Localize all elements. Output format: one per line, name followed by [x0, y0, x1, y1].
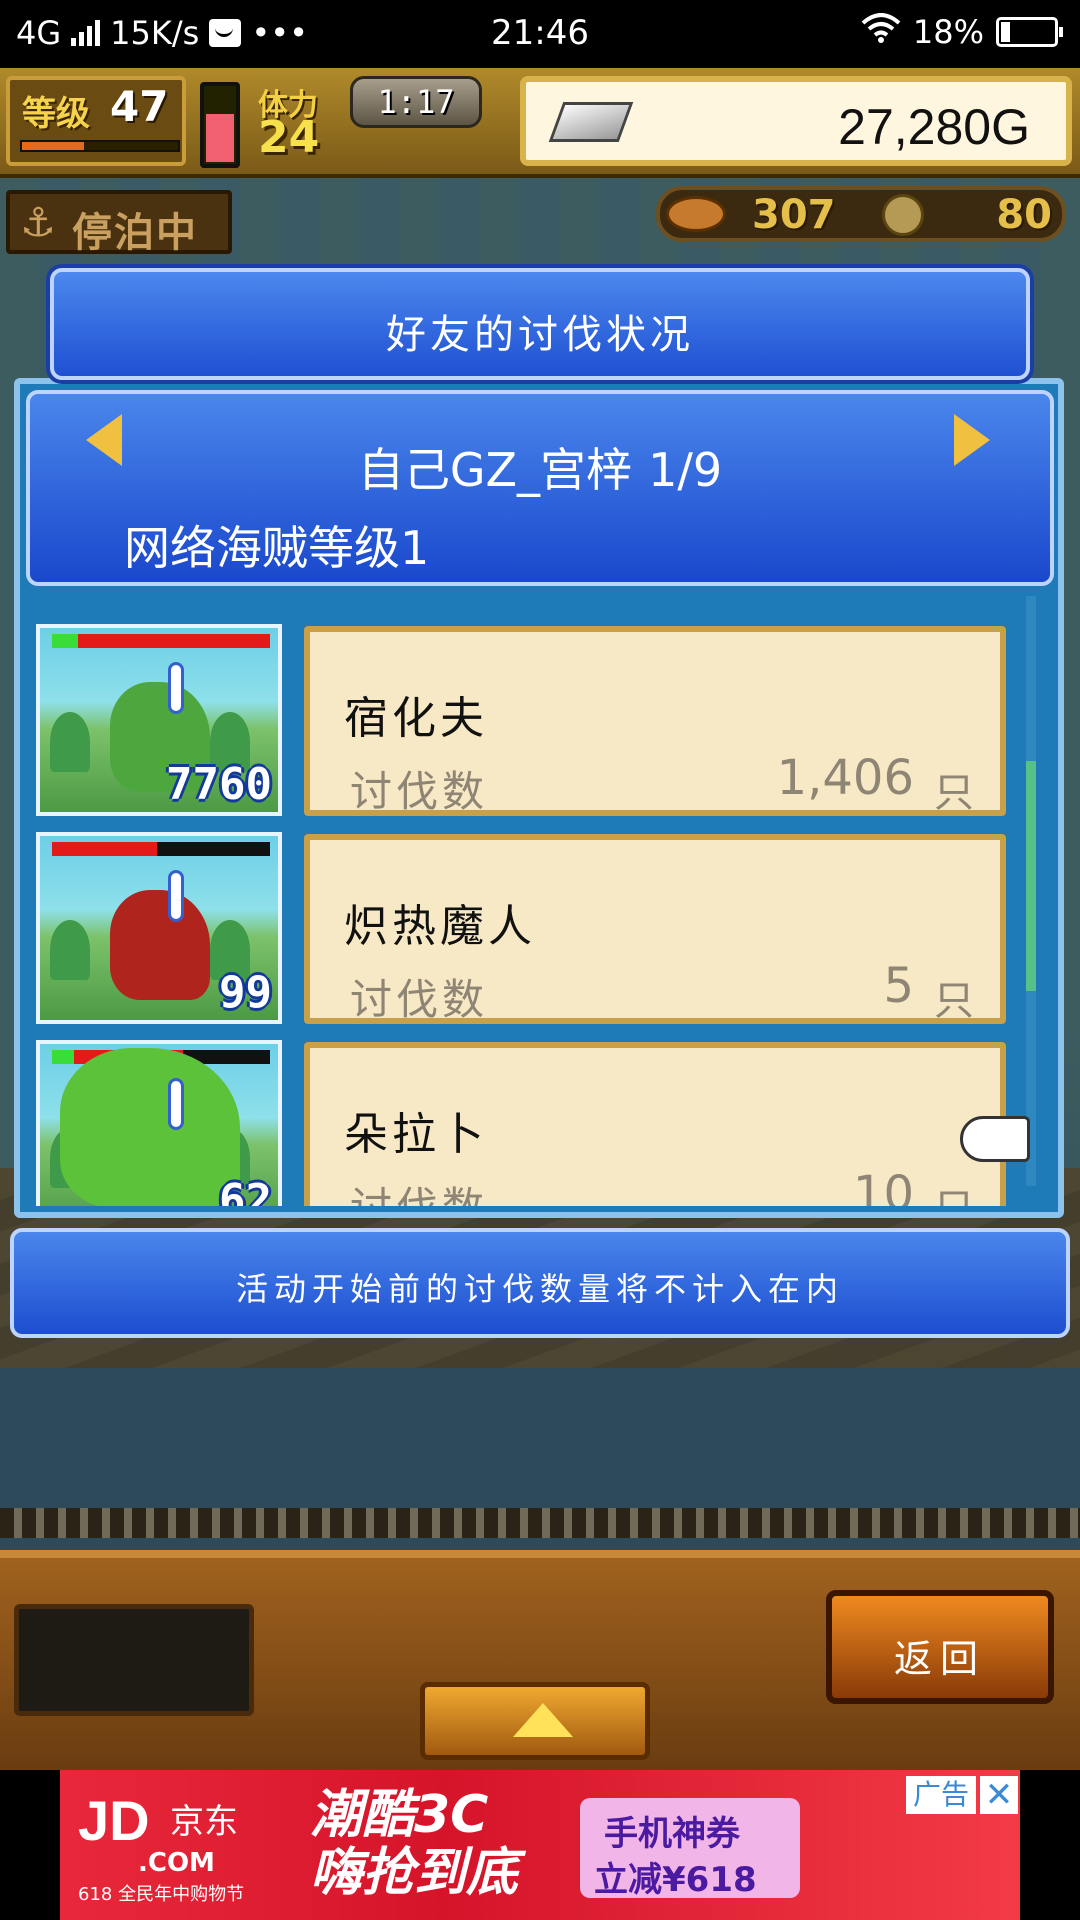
battery-level [1001, 22, 1011, 42]
jd-promo: 618 全民年中购物节 [78, 1884, 245, 1905]
close-icon[interactable]: ✕ [980, 1776, 1018, 1814]
thumb-number: 62 [219, 1175, 272, 1206]
level-label: 等级 [22, 94, 90, 134]
bottom-bar: 返回 [0, 1550, 1080, 1770]
list-item[interactable]: 7760 宿化夫 讨伐数 1,406 只 [26, 620, 1020, 816]
hp-bar [52, 842, 270, 856]
empty-slot [14, 1604, 254, 1716]
alert-icon [168, 870, 184, 922]
notice-text: 活动开始前的讨伐数量将不计入在内 [235, 1270, 844, 1308]
coupon-line-1: 手机神券 [604, 1814, 740, 1854]
pointing-hand-icon [960, 1116, 1030, 1162]
panel-title-bar: 好友的讨伐状况 [50, 268, 1030, 380]
hp-bar-green [52, 1050, 74, 1064]
monster-sprite [60, 1048, 240, 1206]
wood-value: 80 [996, 192, 1052, 238]
alert-icon [168, 1078, 184, 1130]
arrow-up-icon [513, 1703, 573, 1737]
xp-bar [20, 140, 180, 152]
ad-headline-2: 嗨抢到底 [310, 1843, 519, 1903]
moored-label: 停泊中 [72, 210, 198, 256]
wood-icon [882, 194, 924, 236]
monster-name: 炽热魔人 [344, 901, 536, 952]
arrow-right-icon[interactable] [954, 414, 990, 466]
back-button-label: 返回 [893, 1637, 986, 1681]
silver-bar-icon [548, 102, 634, 142]
hp-bar-red [78, 634, 270, 648]
ship-rail [0, 1508, 1080, 1538]
monster-name: 朵拉卜 [344, 1109, 488, 1160]
scroll-up-button[interactable] [420, 1682, 650, 1760]
list-item[interactable]: 99 炽热魔人 讨伐数 5 只 [26, 828, 1020, 1024]
stamina-gauge [200, 82, 240, 168]
panel-title: 好友的讨伐状况 [386, 312, 694, 358]
list-item[interactable]: 62 朵拉卜 讨伐数 10 只 [26, 1036, 1020, 1206]
tree-sprite [50, 712, 90, 772]
kill-count-unit: 只 [934, 770, 974, 816]
level-box: 等级 47 [6, 76, 186, 166]
kill-count-value: 1,406 [776, 750, 914, 806]
anchor-icon: ⚓ [20, 200, 56, 246]
battery-icon [996, 17, 1063, 47]
monster-card: 朵拉卜 讨伐数 10 只 [304, 1042, 1006, 1206]
status-bar: 4G 15K/s ••• 21:46 18% [0, 0, 1080, 68]
scrollbar-thumb[interactable] [1026, 761, 1036, 992]
ad-content[interactable]: JD 京东 .COM 618 全民年中购物节 潮酷3C 嗨抢到底 手机神券 立减… [60, 1770, 1020, 1920]
kill-count-unit: 只 [934, 978, 974, 1024]
hp-bar [52, 634, 270, 648]
list-scrollbar[interactable] [1026, 596, 1036, 1186]
hp-bar-green [52, 634, 79, 648]
jd-logo: JD 京东 .COM 618 全民年中购物节 [78, 1788, 268, 1905]
kill-count-label: 讨伐数 [350, 1174, 488, 1206]
friend-header: 自己GZ_宫梓 1/9 网络海贼等级1 [26, 390, 1054, 586]
ad-headline: 潮酷3C 嗨抢到底 [310, 1786, 570, 1902]
monster-thumbnail: 62 [36, 1040, 282, 1206]
kill-count-unit: 只 [934, 1176, 974, 1206]
ad-banner[interactable]: JD 京东 .COM 618 全民年中购物节 潮酷3C 嗨抢到底 手机神券 立减… [0, 1770, 1080, 1920]
wifi-icon [861, 13, 901, 51]
ad-coupon: 手机神券 立减¥618 [580, 1798, 800, 1900]
jd-brand-cn: 京东 [170, 1802, 238, 1842]
friend-page: 1/9 [648, 443, 723, 497]
gold-box: 27,280G [520, 76, 1072, 166]
alert-icon [168, 662, 184, 714]
stamina-value: 24 [258, 112, 320, 163]
monster-list[interactable]: 7760 宿化夫 讨伐数 1,406 只 99 炽热魔人 讨伐数 5 只 62 … [26, 590, 1020, 1206]
level-value: 47 [110, 82, 169, 131]
gold-value: 27,280G [838, 99, 1030, 155]
kill-count-label: 讨伐数 [350, 975, 489, 1024]
jd-domain: .COM [138, 1848, 215, 1878]
back-button[interactable]: 返回 [826, 1590, 1054, 1704]
monster-card: 炽热魔人 讨伐数 5 只 [304, 834, 1006, 1024]
hp-bar-red [52, 842, 157, 856]
coupon-line-2: 立减¥618 [594, 1860, 757, 1900]
kill-count-value: 10 [852, 1166, 914, 1206]
status-right: 18% [861, 13, 1063, 51]
monster-sprite [110, 890, 210, 1000]
ad-tag: 广告 [906, 1776, 976, 1814]
friend-name: 自己GZ_宫梓 [357, 443, 633, 497]
stamina-fill [206, 113, 234, 162]
moored-status: ⚓ 停泊中 [6, 190, 232, 256]
monster-name: 宿化夫 [344, 693, 488, 744]
jd-brand: JD [78, 1789, 150, 1852]
kill-count-label: 讨伐数 [350, 767, 489, 816]
food-icon [666, 196, 726, 232]
resource-box: 307 80 [656, 186, 1066, 242]
monster-thumbnail: 99 [36, 832, 282, 1024]
food-value: 307 [752, 192, 836, 238]
monster-thumbnail: 7760 [36, 624, 282, 816]
battery-percent: 18% [912, 13, 984, 51]
monster-card: 宿化夫 讨伐数 1,406 只 [304, 626, 1006, 816]
notice-bar: 活动开始前的讨伐数量将不计入在内 [10, 1228, 1070, 1338]
tree-sprite [50, 920, 90, 980]
friend-name-line: 自己GZ_宫梓 1/9 [30, 434, 1050, 500]
kill-count-value: 5 [883, 958, 914, 1014]
thumb-number: 99 [219, 967, 272, 1018]
ad-headline-1: 潮酷3C [310, 1785, 489, 1845]
thumb-number: 7760 [166, 759, 272, 810]
xp-fill [22, 142, 85, 150]
stamina-timer: 1:17 [350, 76, 482, 128]
friend-rank: 网络海贼等级1 [124, 521, 430, 575]
